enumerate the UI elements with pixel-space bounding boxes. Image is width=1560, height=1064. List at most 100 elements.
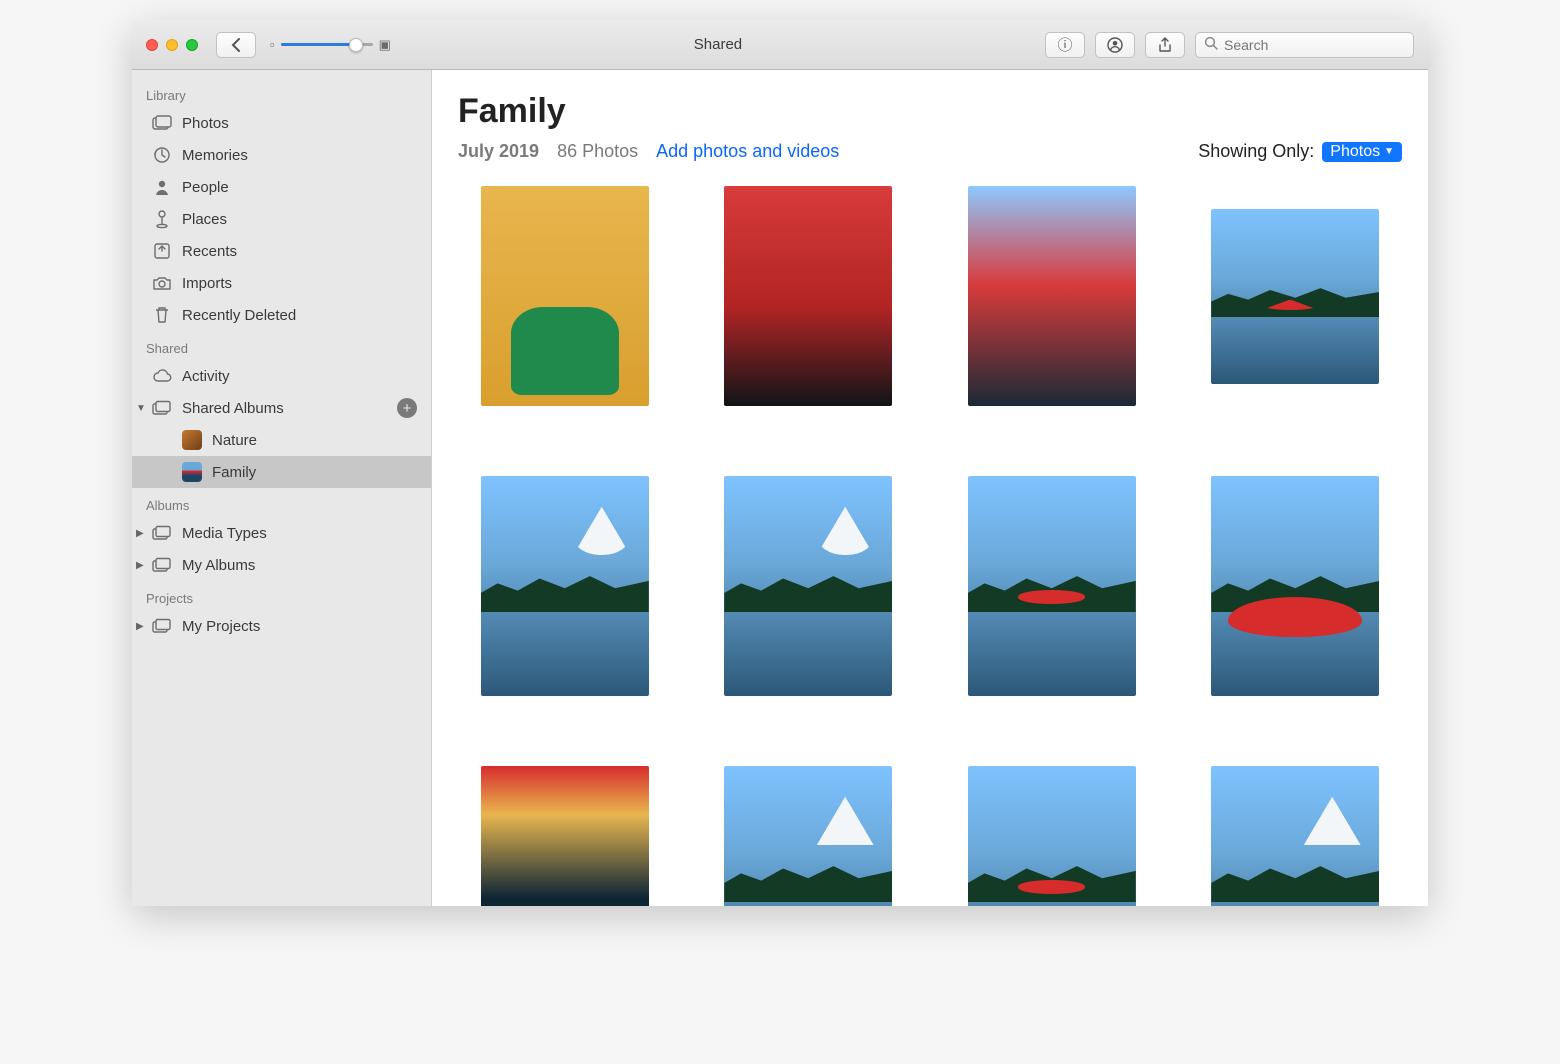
sidebar-item-shared-albums[interactable]: ▼ Shared Albums +	[132, 392, 431, 424]
thumbnail-zoom-slider[interactable]: ▫ ▣	[270, 37, 391, 53]
album-stack-icon	[152, 523, 172, 543]
album-meta-row: July 2019 86 Photos Add photos and video…	[458, 141, 1402, 162]
album-photo-count: 86 Photos	[557, 141, 638, 162]
sidebar-item-label: Shared Albums	[182, 400, 284, 417]
sidebar-item-places[interactable]: Places	[132, 203, 431, 235]
minimize-window-button[interactable]	[166, 39, 178, 51]
sidebar-item-media-types[interactable]: ▶ Media Types	[132, 517, 431, 549]
titlebar: ▫ ▣ Shared ⓘ	[132, 20, 1428, 70]
album-stack-icon	[152, 616, 172, 636]
photo-thumbnail[interactable]	[481, 766, 649, 906]
sidebar-item-my-albums[interactable]: ▶ My Albums	[132, 549, 431, 581]
photo-thumbnail[interactable]	[968, 766, 1136, 906]
sidebar-item-label: Memories	[182, 147, 248, 164]
disclosure-right-icon[interactable]: ▶	[136, 621, 144, 632]
photo-thumbnail[interactable]	[1211, 209, 1379, 384]
people-button[interactable]	[1095, 32, 1135, 58]
chevron-down-icon: ▼	[1384, 146, 1394, 157]
sidebar-item-label: Places	[182, 211, 227, 228]
zoom-in-icon: ▣	[379, 37, 391, 53]
search-icon	[1204, 36, 1218, 54]
places-icon	[152, 209, 172, 229]
sidebar-item-recents[interactable]: Recents	[132, 235, 431, 267]
search-input[interactable]	[1224, 37, 1405, 53]
album-title: Family	[458, 92, 1402, 131]
photo-thumbnail[interactable]	[1211, 476, 1379, 696]
person-circle-icon	[1107, 37, 1123, 53]
disclosure-down-icon[interactable]: ▼	[136, 403, 146, 414]
cloud-icon	[152, 366, 172, 386]
sidebar-item-label: People	[182, 179, 229, 196]
photo-thumbnail[interactable]	[968, 476, 1136, 696]
info-button[interactable]: ⓘ	[1045, 32, 1085, 58]
album-thumbnail	[182, 462, 202, 482]
album-date: July 2019	[458, 141, 539, 162]
showing-only-dropdown[interactable]: Photos ▼	[1322, 142, 1402, 162]
showing-only-control: Showing Only: Photos ▼	[1198, 141, 1402, 162]
sidebar-item-album-family[interactable]: Family	[132, 456, 431, 488]
disclosure-right-icon[interactable]: ▶	[136, 560, 144, 571]
slider-fill	[281, 43, 356, 46]
sidebar-item-label: Photos	[182, 115, 229, 132]
sidebar-item-label: Activity	[182, 368, 230, 385]
sidebar-item-memories[interactable]: Memories	[132, 139, 431, 171]
window-traffic-lights	[146, 39, 198, 51]
sidebar-item-activity[interactable]: Activity	[132, 360, 431, 392]
album-stack-icon	[152, 555, 172, 575]
sidebar-section-projects: Projects	[132, 581, 431, 610]
share-icon	[1158, 37, 1172, 53]
showing-only-value: Photos	[1330, 143, 1380, 161]
chevron-left-icon	[230, 38, 242, 52]
photo-thumbnail[interactable]	[724, 186, 892, 406]
search-field[interactable]	[1195, 32, 1414, 58]
sidebar-item-label: Media Types	[182, 525, 267, 542]
album-stack-icon	[152, 398, 172, 418]
photos-icon	[152, 113, 172, 133]
imports-icon	[152, 273, 172, 293]
photo-thumbnail[interactable]	[481, 186, 649, 406]
sidebar: Library Photos Memories People Places Re…	[132, 70, 432, 906]
photo-thumbnail[interactable]	[481, 476, 649, 696]
photo-grid	[458, 180, 1402, 906]
main-content: Family July 2019 86 Photos Add photos an…	[432, 70, 1428, 906]
sidebar-item-imports[interactable]: Imports	[132, 267, 431, 299]
showing-only-label: Showing Only:	[1198, 141, 1314, 162]
close-window-button[interactable]	[146, 39, 158, 51]
album-thumbnail	[182, 430, 202, 450]
sidebar-item-label: Recently Deleted	[182, 307, 296, 324]
zoom-out-icon: ▫	[270, 37, 275, 52]
window-title: Shared	[399, 36, 1037, 53]
sidebar-item-label: Nature	[212, 432, 257, 449]
share-button[interactable]	[1145, 32, 1185, 58]
photo-thumbnail[interactable]	[1211, 766, 1379, 906]
sidebar-section-library: Library	[132, 78, 431, 107]
sidebar-item-label: Imports	[182, 275, 232, 292]
sidebar-item-label: Family	[212, 464, 256, 481]
back-button[interactable]	[216, 32, 256, 58]
add-photos-link[interactable]: Add photos and videos	[656, 141, 839, 162]
fullscreen-window-button[interactable]	[186, 39, 198, 51]
sidebar-item-label: Recents	[182, 243, 237, 260]
sidebar-section-shared: Shared	[132, 331, 431, 360]
sidebar-item-my-projects[interactable]: ▶ My Projects	[132, 610, 431, 642]
sidebar-item-recently-deleted[interactable]: Recently Deleted	[132, 299, 431, 331]
sidebar-item-label: My Albums	[182, 557, 255, 574]
slider-thumb[interactable]	[349, 38, 363, 52]
info-icon: ⓘ	[1057, 34, 1072, 55]
trash-icon	[152, 305, 172, 325]
memories-icon	[152, 145, 172, 165]
sidebar-item-label: My Projects	[182, 618, 260, 635]
add-shared-album-button[interactable]: +	[397, 398, 417, 418]
people-icon	[152, 177, 172, 197]
recents-icon	[152, 241, 172, 261]
disclosure-right-icon[interactable]: ▶	[136, 528, 144, 539]
photo-thumbnail[interactable]	[724, 766, 892, 906]
toolbar-right-group: ⓘ	[1045, 32, 1414, 58]
photo-thumbnail[interactable]	[968, 186, 1136, 406]
sidebar-item-people[interactable]: People	[132, 171, 431, 203]
sidebar-section-albums: Albums	[132, 488, 431, 517]
slider-track[interactable]	[281, 43, 373, 46]
sidebar-item-album-nature[interactable]: Nature	[132, 424, 431, 456]
photo-thumbnail[interactable]	[724, 476, 892, 696]
sidebar-item-photos[interactable]: Photos	[132, 107, 431, 139]
